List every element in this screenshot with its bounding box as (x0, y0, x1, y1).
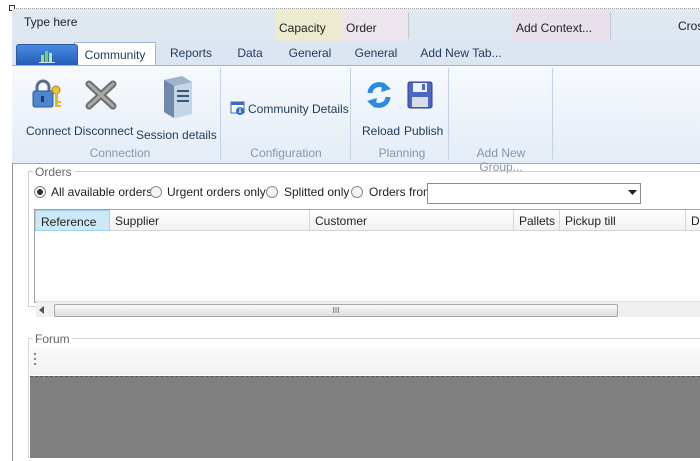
radio-splitted-only[interactable] (266, 186, 278, 198)
add-new-group-button[interactable]: Add New Group... (454, 146, 548, 174)
column-header-reference[interactable]: Reference (35, 210, 110, 231)
column-header-de[interactable]: De (686, 210, 700, 231)
disconnect-x-icon (85, 80, 117, 110)
connect-button[interactable]: Connect (26, 124, 71, 138)
tab-community[interactable]: Community (74, 42, 156, 67)
group-separator (448, 68, 449, 160)
tab-general[interactable]: General (280, 41, 340, 65)
label-urgent-orders: Urgent orders only (167, 185, 266, 199)
save-disk-icon (407, 81, 433, 109)
info-window-icon (230, 101, 245, 115)
context-bar: Type here Capacity Order Add Context... … (12, 9, 700, 42)
scroll-left-arrow-icon[interactable] (39, 306, 45, 314)
group-separator (552, 68, 553, 160)
tab-reports[interactable]: Reports (162, 41, 220, 65)
lock-key-icon (32, 79, 61, 108)
forum-content-area[interactable] (30, 376, 700, 458)
scroll-thumb[interactable]: III (54, 304, 618, 317)
context-order[interactable]: Order (342, 9, 408, 41)
chevron-down-icon[interactable] (628, 190, 637, 196)
publish-button[interactable]: Publish (404, 124, 443, 138)
context-cross[interactable]: Cros (674, 9, 700, 41)
tab-data[interactable]: Data (230, 41, 270, 65)
column-header-pickup-till[interactable]: Pickup till (560, 210, 686, 231)
server-icon (164, 76, 192, 118)
column-header-customer[interactable]: Customer (310, 210, 514, 231)
reload-icon (367, 82, 391, 108)
forum-toolbar (30, 347, 700, 375)
label-orders-from: Orders from (369, 185, 434, 199)
group-separator (350, 68, 351, 160)
orders-legend: Orders (33, 165, 74, 179)
reload-button[interactable]: Reload (362, 124, 400, 138)
group-label-configuration: Configuration (250, 146, 322, 160)
forum-legend: Forum (33, 332, 72, 346)
toolbar-grip-icon[interactable] (33, 352, 37, 366)
ribbon-panel: Connect Disconnect Session details Conne… (12, 65, 700, 174)
radio-urgent-orders[interactable] (150, 186, 162, 198)
disconnect-button[interactable]: Disconnect (74, 124, 133, 138)
tab-general-2[interactable]: General (346, 41, 406, 65)
designer-guide-line (12, 163, 700, 164)
tab-add-new[interactable]: Add New Tab... (416, 41, 506, 65)
group-label-planning: Planning (378, 146, 426, 160)
grid-horizontal-scrollbar[interactable]: III (36, 301, 700, 317)
application-menu-button[interactable] (16, 44, 78, 67)
radio-orders-from[interactable] (351, 186, 363, 198)
community-details-button[interactable]: Community Details (248, 102, 349, 116)
session-details-button[interactable]: Session details (136, 128, 217, 142)
context-separator (408, 13, 409, 39)
radio-all-orders[interactable] (34, 186, 46, 198)
context-capacity[interactable]: Capacity (275, 9, 345, 41)
orders-grid[interactable]: Reference Supplier Customer Pallets Pick… (34, 209, 700, 303)
context-separator (610, 13, 611, 39)
add-context-button[interactable]: Add Context... (512, 9, 612, 41)
chart-icon (39, 51, 55, 63)
column-header-supplier[interactable]: Supplier (110, 210, 310, 231)
group-label-connection: Connection (89, 146, 151, 160)
type-here-field[interactable]: Type here (20, 9, 274, 41)
label-splitted-only: Splitted only (284, 185, 350, 199)
ribbon-tab-row: Community Reports Data General General A… (12, 41, 700, 67)
label-all-orders: All available orders (51, 185, 153, 199)
group-separator (220, 68, 221, 160)
orders-from-combobox[interactable] (427, 183, 641, 204)
column-header-pallets[interactable]: Pallets (514, 210, 560, 231)
